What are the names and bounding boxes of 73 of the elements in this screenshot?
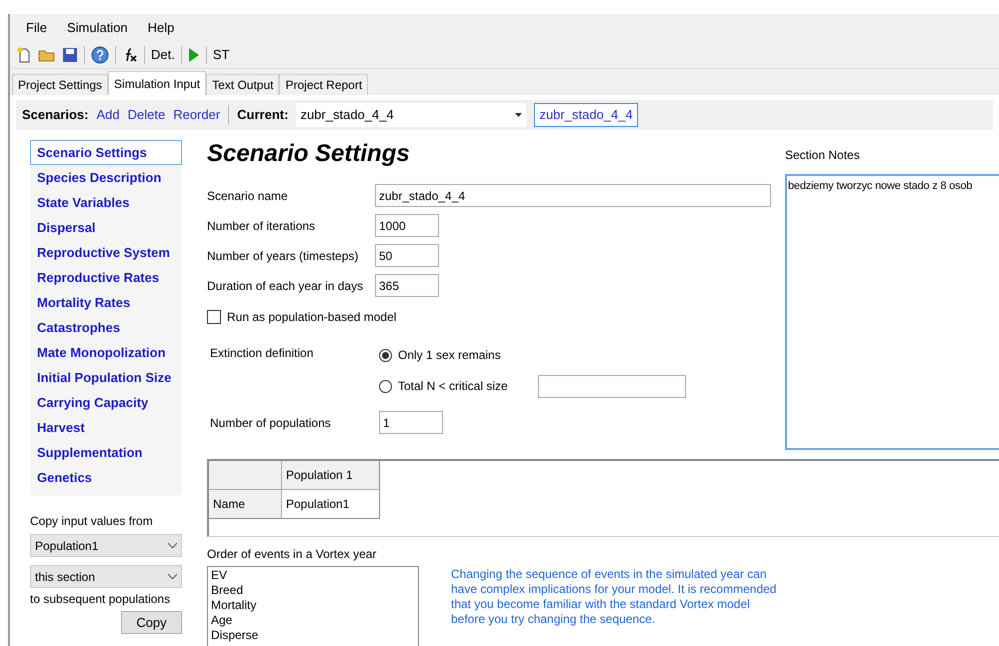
sidebar-item[interactable]: Harvest	[30, 415, 182, 440]
notes-label: Section Notes	[785, 147, 861, 164]
copy-button[interactable]: Copy	[121, 611, 182, 634]
text-field[interactable]: 50	[375, 244, 439, 267]
sidebar-item[interactable]: Genetics	[30, 465, 182, 490]
menu-item[interactable]: Help	[140, 18, 182, 38]
deterministic-button[interactable]: Det.	[151, 44, 175, 64]
sidebar-item[interactable]: Mate Monopolization	[30, 340, 182, 365]
notes-field[interactable]: bedziemy tworzyc nowe stado z 8 osob	[785, 174, 999, 450]
checkbox-label: Run as population-based model	[227, 309, 396, 326]
sidebar-item[interactable]: Reproductive System	[30, 240, 182, 265]
scenario-action-link[interactable]: Add	[96, 105, 120, 125]
scenario-action-link[interactable]: Reorder	[173, 105, 220, 125]
tab[interactable]: Simulation Input	[108, 71, 206, 95]
sidebar-item[interactable]: Mortality Rates	[30, 290, 182, 315]
text-field[interactable]: 1000	[375, 214, 439, 237]
tab[interactable]: Project Settings	[12, 74, 108, 95]
event-item[interactable]: EV	[211, 568, 415, 583]
field-label: Number of populations	[210, 414, 332, 432]
menu-item[interactable]: File	[18, 18, 55, 38]
order-label: Order of events in a Vortex year	[207, 546, 378, 563]
dropdown-arrow-icon	[515, 113, 522, 117]
radio-label: Only 1 sex remains	[398, 347, 502, 364]
field-label: Scenario name	[207, 188, 289, 204]
field-label: Number of iterations	[207, 218, 316, 234]
text-field[interactable]: 1	[379, 411, 443, 434]
page-title: Scenario Settings	[207, 139, 411, 169]
sidebar-item[interactable]: Reproductive Rates	[30, 265, 182, 290]
copy-suffix-text: to subsequent populations	[30, 591, 172, 608]
current-label: Current:	[237, 106, 288, 124]
event-item[interactable]: Breed	[211, 583, 415, 598]
critical-size-field[interactable]	[538, 374, 686, 398]
text-field[interactable]: 365	[375, 274, 439, 297]
scenarios-label: Scenarios:	[22, 106, 88, 124]
menu-item[interactable]: Simulation	[58, 18, 136, 38]
sidebar-item[interactable]: Dispersal	[30, 215, 182, 240]
text-field[interactable]: zubr_stado_4_4	[375, 184, 771, 207]
population-dropdown[interactable]: Population1	[30, 534, 182, 557]
sidebar-item[interactable]: Supplementation	[30, 440, 182, 465]
save-icon[interactable]	[62, 46, 78, 62]
play-icon[interactable]	[188, 46, 200, 62]
info-text: Changing the sequence of events in the simulated year can have complex implications for your model. It is recommended that you become familiar with the standard Vortex model before you try changing the sequence.	[451, 567, 778, 628]
chevron-down-icon	[168, 543, 177, 548]
scenario-dropdown[interactable]: zubr_stado_4_4	[296, 103, 526, 127]
extinction-label: Extinction definition	[210, 345, 314, 362]
sidebar-item[interactable]: State Variables	[30, 190, 182, 215]
radio-label: Total N < critical size	[398, 378, 509, 395]
row-header: Name	[209, 490, 282, 518]
copy-label: Copy input values from	[30, 513, 154, 530]
event-item[interactable]: Mortality	[211, 598, 415, 613]
sidebar-item[interactable]: Carrying Capacity	[30, 390, 182, 415]
event-item[interactable]: Disperse	[211, 628, 415, 643]
scenario-action-link[interactable]: Delete	[128, 105, 166, 125]
sidebar-item[interactable]: Catastrophes	[30, 315, 182, 340]
sidebar-item[interactable]: Species Description	[30, 165, 182, 190]
field-label: Duration of each year in days	[207, 278, 364, 294]
tab[interactable]: Text Output	[206, 74, 280, 95]
current-scenario-badge[interactable]: zubr_stado_4_4	[534, 103, 638, 127]
tab[interactable]: Project Report	[279, 74, 368, 95]
column-header: Population 1	[282, 461, 379, 490]
event-item[interactable]: Age	[211, 613, 415, 628]
radio-button[interactable]	[379, 380, 392, 392]
checkbox[interactable]	[207, 310, 221, 324]
sidebar-item[interactable]: Initial Population Size	[30, 365, 182, 390]
table-cell[interactable]: Population1	[282, 490, 379, 518]
sidebar-item[interactable]: Scenario Settings	[30, 140, 182, 165]
st-button[interactable]: ST	[212, 44, 230, 64]
radio-button[interactable]	[379, 348, 392, 362]
new-file-icon[interactable]	[16, 46, 32, 62]
help-icon[interactable]	[91, 46, 109, 64]
chevron-down-icon	[168, 574, 177, 579]
field-label: Number of years (timesteps)	[207, 248, 360, 264]
section-dropdown[interactable]: this section	[30, 565, 182, 588]
